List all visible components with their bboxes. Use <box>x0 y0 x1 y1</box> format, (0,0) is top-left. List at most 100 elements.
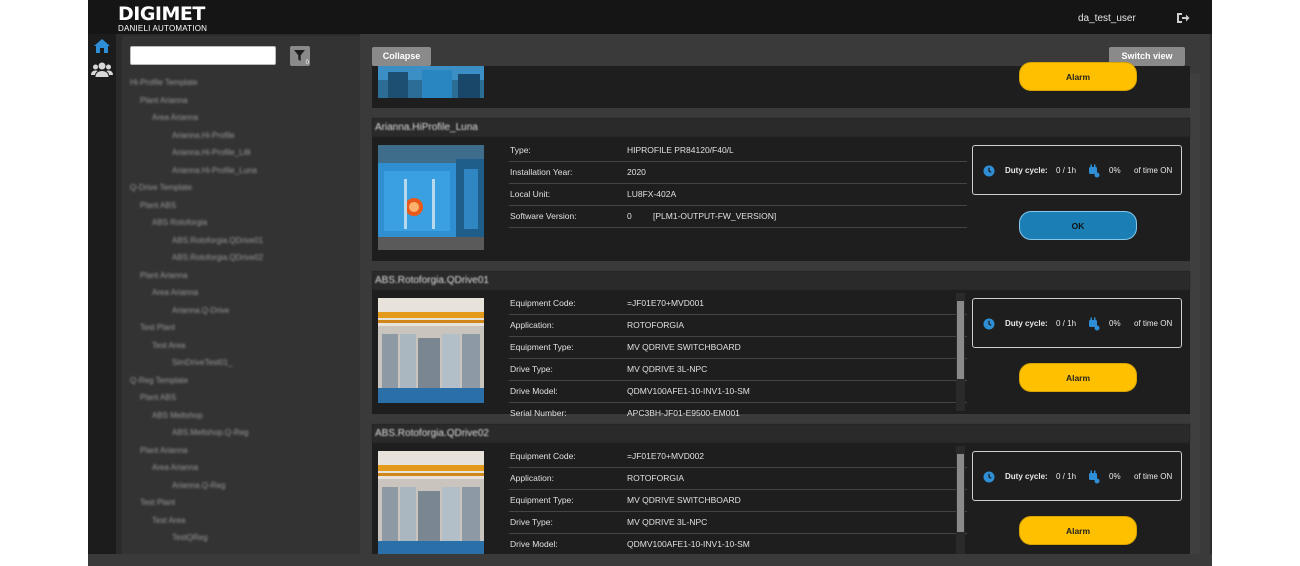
info-row: Local Unit: LU8FX-402A <box>509 184 967 206</box>
tree-node[interactable]: Plant Arianna <box>140 444 188 458</box>
tree-node[interactable]: SimDriveTest01_ <box>172 356 232 370</box>
info-value-secondary: [PLM1-OUTPUT-FW_VERSION] <box>653 211 777 221</box>
info-key: Equipment Type: <box>510 342 574 352</box>
status-button[interactable]: OK <box>1019 211 1137 240</box>
info-value: APC3BH-JF01-E9500-EM001 <box>627 408 740 418</box>
filter-count: 0 <box>305 60 309 66</box>
info-value: MV QDRIVE 3L-NPC <box>627 364 708 374</box>
info-value: QDMV100AFE1-10-INV1-10-SM <box>627 539 750 549</box>
tree-node[interactable]: Hi-Profile Template <box>130 76 197 90</box>
info-scrollbar[interactable] <box>956 293 965 411</box>
logo-sub: DANIELI AUTOMATION <box>118 24 208 33</box>
info-row: Serial Number: APC3BH-JF01-E9500-EM001 <box>509 403 967 425</box>
logout-icon[interactable] <box>1176 11 1190 25</box>
info-value: =JF01E70+MVD002 <box>627 451 705 461</box>
duty-suffix: of time ON <box>1134 319 1173 328</box>
device-card: ABS.Rotoforgia.QDrive01 Equipment Code: =… <box>372 271 1190 425</box>
info-row: Application: ROTOFORGIA <box>509 315 967 337</box>
tree-node[interactable]: Arianna.Hi-Profile_Luna <box>172 164 257 178</box>
users-icon[interactable] <box>91 60 113 85</box>
top-bar: DIGIMET DANIELI AUTOMATION da_test_user <box>88 0 1212 34</box>
info-value: ROTOFORGIA <box>627 473 684 483</box>
tree-node[interactable]: Plant Arianna <box>140 269 188 283</box>
tree-node[interactable]: Q-Reg Template <box>130 374 188 388</box>
info-row: Application: ROTOFORGIA <box>509 468 967 490</box>
filter-button[interactable]: 0 <box>290 46 310 66</box>
duty-label: Duty cycle: <box>1005 166 1048 175</box>
duty-suffix: of time ON <box>1134 166 1173 175</box>
info-key: Serial Number: <box>510 408 567 418</box>
duty-cycle-box: Duty cycle: 0 / 1h 0% of time ON <box>972 145 1182 195</box>
clock-icon <box>983 471 995 483</box>
scrollbar-thumb[interactable] <box>957 301 964 379</box>
device-title[interactable]: ABS.Rotoforgia.QDrive01 <box>372 271 1190 290</box>
info-value: MV QDRIVE SWITCHBOARD <box>627 495 741 505</box>
info-key: Drive Type: <box>510 364 553 374</box>
tree-node[interactable]: Q-Drive Template <box>130 181 192 195</box>
device-title[interactable]: Arianna.HiProfile_Luna <box>372 118 1190 137</box>
info-key: Drive Type: <box>510 517 553 527</box>
info-key: Installation Year: <box>510 167 573 177</box>
clock-icon <box>983 165 995 177</box>
duty-value: 0 / 1h <box>1056 472 1077 481</box>
tree-node[interactable]: ABS.Rotoforgia.QDrive02 <box>172 251 263 265</box>
duty-cycle-box: Duty cycle: 0 / 1h 0% of time ON <box>972 298 1182 348</box>
main-scrollbar[interactable] <box>1190 74 1200 554</box>
info-value: MV QDRIVE SWITCHBOARD <box>627 342 741 352</box>
info-key: Drive Model: <box>510 386 558 396</box>
info-value: QDMV100AFE1-10-INV1-10-SM <box>627 386 750 396</box>
info-row: Equipment Code: =JF01E70+MVD001 <box>509 293 967 315</box>
status-button[interactable]: Alarm <box>1019 62 1137 91</box>
status-button[interactable]: Alarm <box>1019 363 1137 392</box>
home-icon[interactable] <box>93 38 111 59</box>
tree-node[interactable]: Test Plant <box>140 496 175 510</box>
info-value: HIPROFILE PR84120/F40/L <box>627 145 734 155</box>
tree-node[interactable]: Area Arianna <box>152 461 198 475</box>
scrollbar-thumb[interactable] <box>957 454 964 532</box>
plug-icon <box>1089 317 1100 331</box>
device-title[interactable]: ABS.Rotoforgia.QDrive02 <box>372 424 1190 443</box>
duty-percent: 0% <box>1109 319 1121 328</box>
info-key: Equipment Type: <box>510 495 574 505</box>
tree-node[interactable]: ABS.Rotoforgia.QDrive01 <box>172 234 263 248</box>
tree-node[interactable]: Arianna.Hi-Profile <box>172 129 235 143</box>
info-row: Drive Type: MV QDRIVE 3L-NPC <box>509 359 967 381</box>
info-key: Equipment Code: <box>510 298 576 308</box>
info-value: =JF01E70+MVD001 <box>627 298 705 308</box>
tree-node[interactable]: Test Plant <box>140 321 175 335</box>
username[interactable]: da_test_user <box>1078 13 1136 24</box>
main-content: Collapse Switch view Alarm Arianna.HiPro… <box>360 34 1210 554</box>
tree-node[interactable]: Plant Arianna <box>140 94 188 108</box>
info-scrollbar[interactable] <box>956 446 965 554</box>
device-info: Equipment Code: =JF01E70+MVD001 Applicati… <box>509 293 967 425</box>
tree-node[interactable]: Test Area <box>152 339 185 353</box>
search-input[interactable] <box>130 46 276 65</box>
info-row: Equipment Type: MV QDRIVE SWITCHBOARD <box>509 490 967 512</box>
tree-node[interactable]: ABS.Meltshop.Q-Reg <box>172 426 248 440</box>
tree-node[interactable]: Area Arianna <box>152 286 198 300</box>
tree-node[interactable]: Arianna.Hi-Profile_Lilli <box>172 146 251 160</box>
device-image <box>378 145 484 250</box>
info-row: Equipment Type: MV QDRIVE SWITCHBOARD <box>509 337 967 359</box>
info-value: ROTOFORGIA <box>627 320 684 330</box>
tree-panel: 0 Hi-Profile Template Plant Arianna Area A… <box>122 36 360 554</box>
info-value: LU8FX-402A <box>627 189 677 199</box>
tree-node[interactable]: Test Area <box>152 514 185 528</box>
tree-node[interactable]: Plant ABS <box>140 391 176 405</box>
tree-node[interactable]: TestQReg <box>172 531 208 545</box>
device-image <box>378 298 484 403</box>
info-value: 2020 <box>627 167 646 177</box>
tree-node[interactable]: Arianna.Q-Drive <box>172 304 229 318</box>
status-button[interactable]: Alarm <box>1019 516 1137 545</box>
tree-node[interactable]: Plant ABS <box>140 199 176 213</box>
collapse-button[interactable]: Collapse <box>372 47 431 66</box>
plug-icon <box>1089 164 1100 178</box>
tree-node[interactable]: ABS Rotoforgia <box>152 216 207 230</box>
info-row: Drive Type: MV QDRIVE 3L-NPC <box>509 512 967 534</box>
info-value: 0 <box>627 211 632 221</box>
tree-node[interactable]: ABS Meltshop <box>152 409 203 423</box>
tree-node[interactable]: Arianna.Q-Reg <box>172 479 225 493</box>
tree-node[interactable]: Area Arianna <box>152 111 198 125</box>
duty-label: Duty cycle: <box>1005 319 1048 328</box>
duty-value: 0 / 1h <box>1056 166 1077 175</box>
